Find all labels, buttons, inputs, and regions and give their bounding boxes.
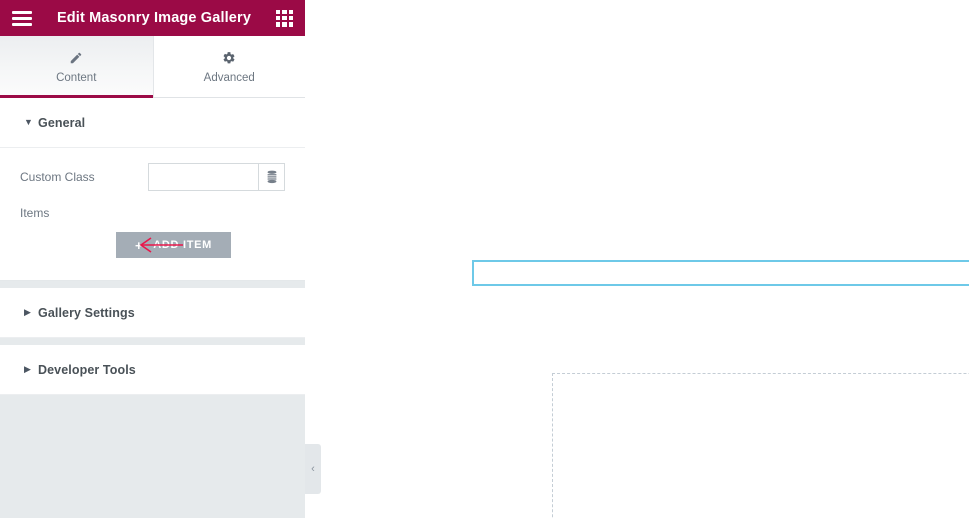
section-divider — [0, 338, 305, 345]
panel-empty-area — [0, 395, 305, 518]
section-title-general: General — [38, 115, 86, 130]
chevron-down-icon: ▼ — [24, 117, 33, 127]
section-body-general: Custom Class Items + ADD ITEM — [0, 148, 305, 281]
custom-class-input[interactable] — [148, 163, 258, 191]
chevron-right-icon: ▶ — [24, 307, 31, 317]
selected-widget-outline[interactable] — [472, 260, 969, 286]
panel-header: Edit Masonry Image Gallery — [0, 0, 305, 36]
section-title-developer-tools: Developer Tools — [38, 362, 136, 377]
chevron-right-icon: ▶ — [24, 364, 31, 374]
hamburger-menu-icon[interactable] — [12, 10, 32, 26]
plus-icon: + — [134, 237, 144, 253]
section-header-general[interactable]: ▼ General — [0, 98, 305, 148]
add-item-label: ADD ITEM — [153, 239, 213, 251]
panel-collapse-handle[interactable]: ‹ — [305, 444, 321, 494]
items-label: Items — [20, 206, 50, 220]
section-header-developer-tools[interactable]: ▶ Developer Tools — [0, 345, 305, 395]
add-item-button[interactable]: + ADD ITEM — [116, 232, 231, 258]
apps-grid-icon[interactable] — [276, 9, 293, 27]
add-item-row: + ADD ITEM — [20, 232, 285, 258]
panel-title: Edit Masonry Image Gallery — [56, 10, 252, 26]
tab-advanced[interactable]: Advanced — [152, 36, 305, 97]
gear-icon — [222, 50, 236, 66]
pencil-icon — [69, 50, 83, 66]
custom-class-label: Custom Class — [20, 170, 95, 184]
tab-content-label: Content — [56, 71, 97, 84]
dynamic-tags-database-icon[interactable] — [258, 163, 285, 191]
tab-advanced-label: Advanced — [203, 71, 255, 84]
custom-class-input-group — [148, 163, 285, 191]
editor-panel: Edit Masonry Image Gallery Content Advan… — [0, 0, 305, 518]
tab-content[interactable]: Content — [0, 36, 153, 98]
section-divider — [0, 281, 305, 288]
section-title-gallery-settings: Gallery Settings — [38, 305, 135, 320]
panel-tabs: Content Advanced — [0, 36, 305, 98]
editor-canvas[interactable] — [305, 0, 969, 518]
empty-section-placeholder[interactable] — [552, 373, 969, 518]
section-header-gallery-settings[interactable]: ▶ Gallery Settings — [0, 288, 305, 338]
control-items: Items + ADD ITEM — [20, 206, 285, 258]
control-custom-class: Custom Class — [20, 162, 285, 192]
app-root: Edit Masonry Image Gallery Content Advan… — [0, 0, 969, 518]
chevron-left-icon: ‹ — [311, 462, 315, 475]
